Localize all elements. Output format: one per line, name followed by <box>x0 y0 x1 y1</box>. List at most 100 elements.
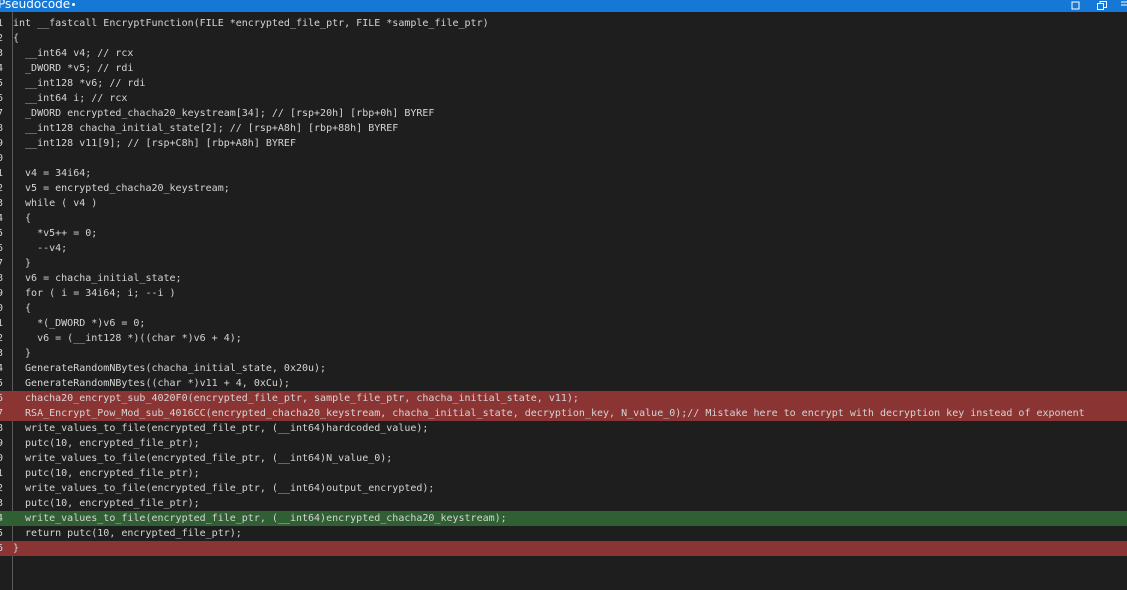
code-text[interactable]: } <box>13 541 19 556</box>
code-text[interactable]: { <box>13 31 19 46</box>
ida-pseudocode-window: Pseudocode 1 int __fastcall EncryptFuncti… <box>0 0 1127 590</box>
pseudocode-view[interactable]: 1 int __fastcall EncryptFunction(FILE *en… <box>0 16 1127 556</box>
code-line[interactable]: 8 __int128 chacha_initial_state[2]; // [… <box>0 121 1127 136</box>
line-number: 5 <box>0 378 4 389</box>
code-text[interactable]: write_values_to_file(encrypted_file_ptr,… <box>13 481 434 496</box>
code-line[interactable]: 8 write_values_to_file(encrypted_file_pt… <box>0 421 1127 436</box>
code-text[interactable]: __int64 v4; // rcx <box>13 46 133 61</box>
code-text[interactable]: putc(10, encrypted_file_ptr); <box>13 436 200 451</box>
code-text[interactable]: write_values_to_file(encrypted_file_ptr,… <box>13 451 392 466</box>
code-line[interactable]: 3 while ( v4 ) <box>0 196 1127 211</box>
code-line[interactable]: 7 RSA_Encrypt_Pow_Mod_sub_4016CC(encrypt… <box>0 406 1127 421</box>
code-text[interactable]: return putc(10, encrypted_file_ptr); <box>13 526 242 541</box>
line-number: 3 <box>0 198 4 209</box>
code-line[interactable]: 1 v4 = 34i64; <box>0 166 1127 181</box>
window-title: Pseudocode <box>0 0 76 10</box>
code-text[interactable]: __int64 i; // rcx <box>13 91 127 106</box>
line-number: 5 <box>0 528 4 539</box>
line-number: 7 <box>0 258 4 269</box>
code-text[interactable]: *v5++ = 0; <box>13 226 97 241</box>
code-line[interactable]: 2 v5 = encrypted_chacha20_keystream; <box>0 181 1127 196</box>
code-line[interactable]: 1 putc(10, encrypted_file_ptr); <box>0 466 1127 481</box>
code-line[interactable]: 9 putc(10, encrypted_file_ptr); <box>0 436 1127 451</box>
code-line[interactable]: 3 __int64 v4; // rcx <box>0 46 1127 61</box>
code-text[interactable]: chacha20_encrypt_sub_4020F0(encrypted_fi… <box>13 391 579 406</box>
code-line[interactable]: 3 putc(10, encrypted_file_ptr); <box>0 496 1127 511</box>
code-text[interactable]: __int128 v11[9]; // [rsp+C8h] [rbp+A8h] … <box>13 136 296 151</box>
line-number: 8 <box>0 423 4 434</box>
code-line[interactable]: 1 *(_DWORD *)v6 = 0; <box>0 316 1127 331</box>
float-window-icon[interactable] <box>1119 0 1127 11</box>
code-line[interactable]: 4 GenerateRandomNBytes(chacha_initial_st… <box>0 361 1127 376</box>
code-line[interactable]: 4 write_values_to_file(encrypted_file_pt… <box>0 511 1127 526</box>
code-text[interactable]: write_values_to_file(encrypted_file_ptr,… <box>13 421 428 436</box>
code-line[interactable]: 5 *v5++ = 0; <box>0 226 1127 241</box>
code-line[interactable]: 7 _DWORD encrypted_chacha20_keystream[34… <box>0 106 1127 121</box>
code-text[interactable]: { <box>13 301 31 316</box>
code-line[interactable]: 2 v6 = (__int128 *)((char *)v6 + 4); <box>0 331 1127 346</box>
code-text[interactable]: write_values_to_file(encrypted_file_ptr,… <box>13 511 507 526</box>
code-line[interactable]: 9 __int128 v11[9]; // [rsp+C8h] [rbp+A8h… <box>0 136 1127 151</box>
line-number: 5 <box>0 228 4 239</box>
line-number: 7 <box>0 108 4 119</box>
line-number: 2 <box>0 333 4 344</box>
code-line[interactable]: 3 } <box>0 346 1127 361</box>
code-text[interactable]: __int128 *v6; // rdi <box>13 76 145 91</box>
code-line[interactable]: 5 __int128 *v6; // rdi <box>0 76 1127 91</box>
line-number: 3 <box>0 498 4 509</box>
code-line[interactable]: 2 write_values_to_file(encrypted_file_pt… <box>0 481 1127 496</box>
code-line[interactable]: 0 { <box>0 301 1127 316</box>
line-number: 7 <box>0 408 4 419</box>
line-number: 6 <box>0 543 4 554</box>
code-text[interactable]: } <box>13 256 31 271</box>
code-text[interactable]: v5 = encrypted_chacha20_keystream; <box>13 181 230 196</box>
code-line[interactable]: 6 --v4; <box>0 241 1127 256</box>
code-text[interactable]: _DWORD encrypted_chacha20_keystream[34];… <box>13 106 434 121</box>
maximize-window-icon[interactable] <box>1095 0 1109 11</box>
line-number: 9 <box>0 438 4 449</box>
code-text[interactable]: GenerateRandomNBytes((char *)v11 + 4, 0x… <box>13 376 290 391</box>
code-line[interactable]: 6} <box>0 541 1127 556</box>
line-number: 8 <box>0 273 4 284</box>
title-bar[interactable]: Pseudocode <box>0 0 1127 12</box>
code-text[interactable]: int __fastcall EncryptFunction(FILE *enc… <box>13 16 489 31</box>
code-line[interactable]: 4 { <box>0 211 1127 226</box>
line-number: 5 <box>0 78 4 89</box>
code-line[interactable]: 6 chacha20_encrypt_sub_4020F0(encrypted_… <box>0 391 1127 406</box>
code-text[interactable]: GenerateRandomNBytes(chacha_initial_stat… <box>13 361 326 376</box>
code-text[interactable]: v6 = chacha_initial_state; <box>13 271 182 286</box>
code-line[interactable]: 9 for ( i = 34i64; i; --i ) <box>0 286 1127 301</box>
code-text[interactable]: while ( v4 ) <box>13 196 97 211</box>
code-text[interactable]: } <box>13 346 31 361</box>
code-line[interactable]: 5 return putc(10, encrypted_file_ptr); <box>0 526 1127 541</box>
restore-window-icon[interactable] <box>1068 0 1082 11</box>
line-number: 8 <box>0 123 4 134</box>
line-number: 6 <box>0 243 4 254</box>
line-number: 0 <box>0 453 4 464</box>
code-text[interactable]: __int128 chacha_initial_state[2]; // [rs… <box>13 121 398 136</box>
code-line[interactable]: 7 } <box>0 256 1127 271</box>
title-dot-icon <box>72 3 76 6</box>
code-line[interactable]: 4 _DWORD *v5; // rdi <box>0 61 1127 76</box>
line-number: 9 <box>0 138 4 149</box>
code-text[interactable]: for ( i = 34i64; i; --i ) <box>13 286 176 301</box>
code-text[interactable]: v4 = 34i64; <box>13 166 91 181</box>
code-line[interactable]: 1 int __fastcall EncryptFunction(FILE *en… <box>0 16 1127 31</box>
code-line[interactable]: 0 write_values_to_file(encrypted_file_pt… <box>0 451 1127 466</box>
code-line[interactable]: 2{ <box>0 31 1127 46</box>
code-text[interactable]: *(_DWORD *)v6 = 0; <box>13 316 145 331</box>
line-number: 4 <box>0 363 4 374</box>
code-text[interactable]: { <box>13 211 31 226</box>
code-line[interactable]: 5 GenerateRandomNBytes((char *)v11 + 4, … <box>0 376 1127 391</box>
code-line[interactable]: 6 __int64 i; // rcx <box>0 91 1127 106</box>
code-text[interactable]: _DWORD *v5; // rdi <box>13 61 133 76</box>
code-line[interactable]: 8 v6 = chacha_initial_state; <box>0 271 1127 286</box>
code-text[interactable]: RSA_Encrypt_Pow_Mod_sub_4016CC(encrypted… <box>13 406 1085 421</box>
code-line[interactable]: 0 <box>0 151 1127 166</box>
code-text[interactable]: putc(10, encrypted_file_ptr); <box>13 496 200 511</box>
code-text[interactable]: putc(10, encrypted_file_ptr); <box>13 466 200 481</box>
line-number: 1 <box>0 318 4 329</box>
line-number: 2 <box>0 183 4 194</box>
code-text[interactable]: v6 = (__int128 *)((char *)v6 + 4); <box>13 331 242 346</box>
code-text[interactable]: --v4; <box>13 241 67 256</box>
